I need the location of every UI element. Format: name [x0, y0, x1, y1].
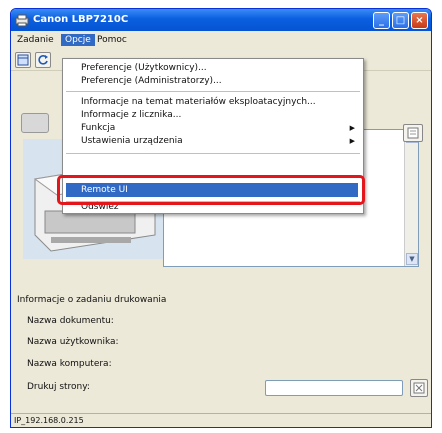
submenu-arrow-icon: ▶	[349, 137, 355, 145]
remote-ui-callout-frame	[57, 175, 365, 205]
close-icon: ×	[415, 15, 424, 26]
menu-item-function[interactable]: Funkcja	[81, 123, 115, 133]
toolbar-view-button[interactable]	[15, 52, 31, 68]
status-scrollbar[interactable]: ▲ ▼	[404, 130, 418, 266]
cancel-job-button[interactable]	[410, 379, 428, 397]
print-pages-label: Drukuj strony:	[27, 382, 90, 392]
status-bar: IP_192.168.0.215	[11, 413, 431, 427]
document-name-label: Nazwa dokumentu:	[27, 316, 114, 326]
printer-ip-address: IP_192.168.0.215	[14, 416, 84, 425]
maximize-icon: □	[395, 15, 406, 26]
window-title: Canon LBP7210C	[33, 14, 129, 25]
window-icon	[17, 54, 29, 66]
job-info-heading: Informacje o zadaniu drukowania	[17, 295, 167, 305]
printer-status-icon	[21, 113, 49, 133]
menu-zadanie[interactable]: Zadanie	[13, 34, 58, 46]
menu-separator	[66, 153, 360, 154]
menu-item-admin-preferences[interactable]: Preferencje (Administratorzy)...	[81, 76, 222, 86]
menu-item-device-settings[interactable]: Ustawienia urządzenia	[81, 136, 183, 146]
refresh-icon	[38, 55, 48, 65]
menu-item-user-preferences[interactable]: Preferencje (Użytkownicy)...	[81, 63, 207, 73]
printer-app-icon	[15, 14, 29, 27]
submenu-arrow-icon: ▶	[349, 124, 355, 132]
cancel-job-icon	[413, 382, 425, 394]
menu-separator	[66, 91, 360, 92]
document-icon	[407, 127, 419, 139]
user-name-label: Nazwa użytkownika:	[27, 337, 119, 347]
menu-bar: Zadanie Opcje Pomoc	[11, 31, 431, 49]
status-details-button[interactable]	[403, 124, 423, 142]
close-button[interactable]: ×	[411, 12, 428, 29]
menu-opcje[interactable]: Opcje	[61, 34, 95, 46]
minimize-icon: _	[379, 15, 384, 26]
menu-item-counter-info[interactable]: Informacje z licznika...	[81, 110, 181, 120]
print-pages-field[interactable]	[265, 380, 403, 396]
computer-name-label: Nazwa komputera:	[27, 359, 112, 369]
scroll-down-icon[interactable]: ▼	[406, 253, 418, 265]
menu-item-consumables-info[interactable]: Informacje na temat materiałów eksploata…	[81, 97, 316, 107]
maximize-button[interactable]: □	[392, 12, 409, 29]
menu-pomoc[interactable]: Pomoc	[93, 34, 131, 46]
toolbar-refresh-button[interactable]	[35, 52, 51, 68]
minimize-button[interactable]: _	[373, 12, 390, 29]
title-bar[interactable]: Canon LBP7210C _ □ ×	[11, 9, 431, 31]
